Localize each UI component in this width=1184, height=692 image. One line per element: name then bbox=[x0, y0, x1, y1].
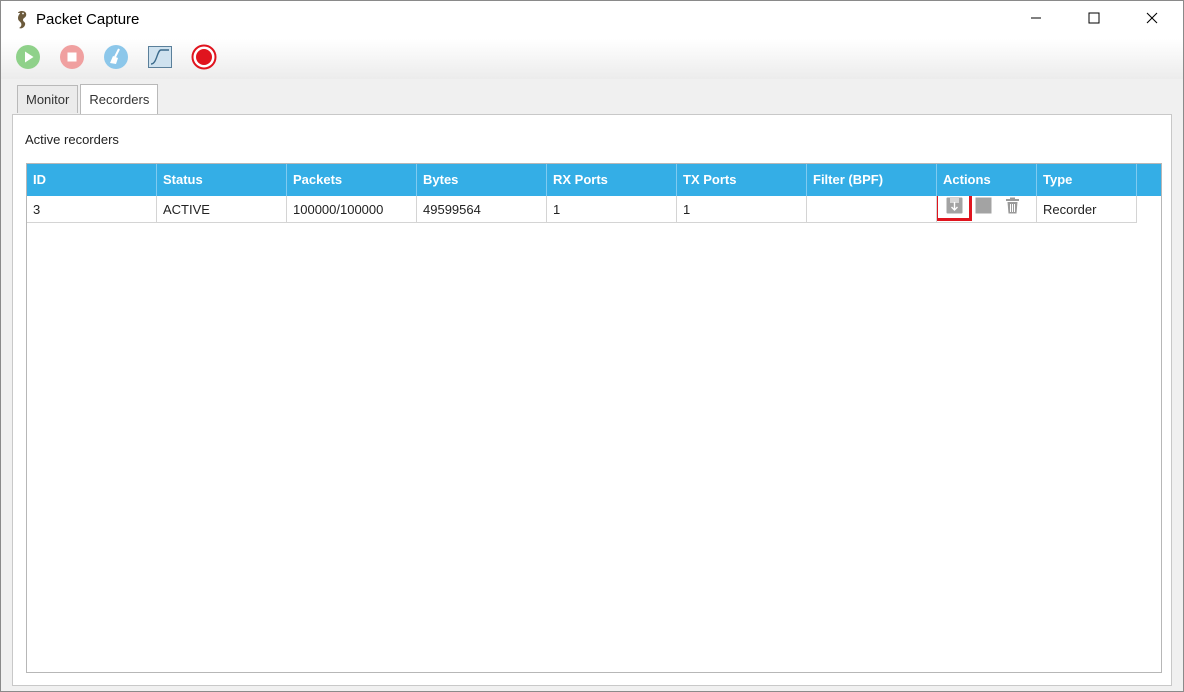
cell-rx-ports: 1 bbox=[547, 196, 677, 223]
start-capture-button[interactable] bbox=[14, 44, 42, 75]
stop-square-icon bbox=[975, 196, 992, 222]
column-header-filter[interactable]: Filter (BPF) bbox=[807, 164, 937, 196]
column-header-rx-ports[interactable]: RX Ports bbox=[547, 164, 677, 196]
seahorse-icon bbox=[13, 10, 31, 30]
trash-icon bbox=[1004, 196, 1021, 222]
cell-id: 3 bbox=[27, 196, 157, 223]
minimize-icon bbox=[1030, 11, 1042, 29]
stop-recorder-button[interactable] bbox=[975, 197, 992, 218]
graph-icon bbox=[147, 44, 173, 75]
table-header: ID Status Packets Bytes RX Ports TX Port… bbox=[27, 164, 1161, 196]
recorders-panel: Active recorders ID Status Packets Bytes… bbox=[12, 114, 1172, 686]
cell-bytes: 49599564 bbox=[417, 196, 547, 223]
stop-icon bbox=[59, 44, 85, 75]
tab-monitor[interactable]: Monitor bbox=[17, 85, 79, 113]
cell-type: Recorder bbox=[1037, 196, 1137, 223]
cell-packets: 100000/100000 bbox=[287, 196, 417, 223]
maximize-icon bbox=[1088, 11, 1100, 29]
column-header-status[interactable]: Status bbox=[157, 164, 287, 196]
record-icon bbox=[191, 44, 217, 75]
table-row[interactable]: 3 ACTIVE 100000/100000 49599564 1 1 Reco… bbox=[27, 196, 1137, 223]
cell-status: ACTIVE bbox=[157, 196, 287, 223]
title-bar[interactable]: Packet Capture bbox=[1, 1, 1183, 39]
close-icon bbox=[1146, 11, 1158, 29]
delete-recorder-button[interactable] bbox=[1004, 197, 1021, 218]
column-header-actions[interactable]: Actions bbox=[937, 164, 1037, 196]
download-button[interactable] bbox=[946, 197, 963, 218]
tab-recorders[interactable]: Recorders bbox=[80, 84, 159, 114]
download-icon bbox=[946, 196, 963, 222]
maximize-button[interactable] bbox=[1065, 1, 1123, 39]
graph-button[interactable] bbox=[146, 45, 174, 73]
tab-bar: Monitor Recorders bbox=[17, 84, 160, 115]
play-icon bbox=[15, 44, 41, 75]
cell-filter bbox=[807, 196, 937, 223]
cell-actions bbox=[937, 196, 1037, 223]
column-header-packets[interactable]: Packets bbox=[287, 164, 417, 196]
minimize-button[interactable] bbox=[1007, 1, 1065, 39]
close-button[interactable] bbox=[1123, 1, 1181, 39]
packet-capture-window: Packet Capture Monitor Recorders Active … bbox=[0, 0, 1184, 692]
column-header-filler bbox=[1137, 164, 1161, 196]
column-header-type[interactable]: Type bbox=[1037, 164, 1137, 196]
column-header-tx-ports[interactable]: TX Ports bbox=[677, 164, 807, 196]
record-button[interactable] bbox=[190, 44, 218, 75]
section-label: Active recorders bbox=[25, 132, 119, 147]
clear-button[interactable] bbox=[102, 44, 130, 75]
window-title: Packet Capture bbox=[36, 11, 140, 28]
broom-icon bbox=[103, 44, 129, 75]
recorders-table: ID Status Packets Bytes RX Ports TX Port… bbox=[26, 163, 1162, 673]
toolbar bbox=[1, 39, 1183, 79]
column-header-bytes[interactable]: Bytes bbox=[417, 164, 547, 196]
stop-capture-button[interactable] bbox=[58, 44, 86, 75]
cell-tx-ports: 1 bbox=[677, 196, 807, 223]
column-header-id[interactable]: ID bbox=[27, 164, 157, 196]
